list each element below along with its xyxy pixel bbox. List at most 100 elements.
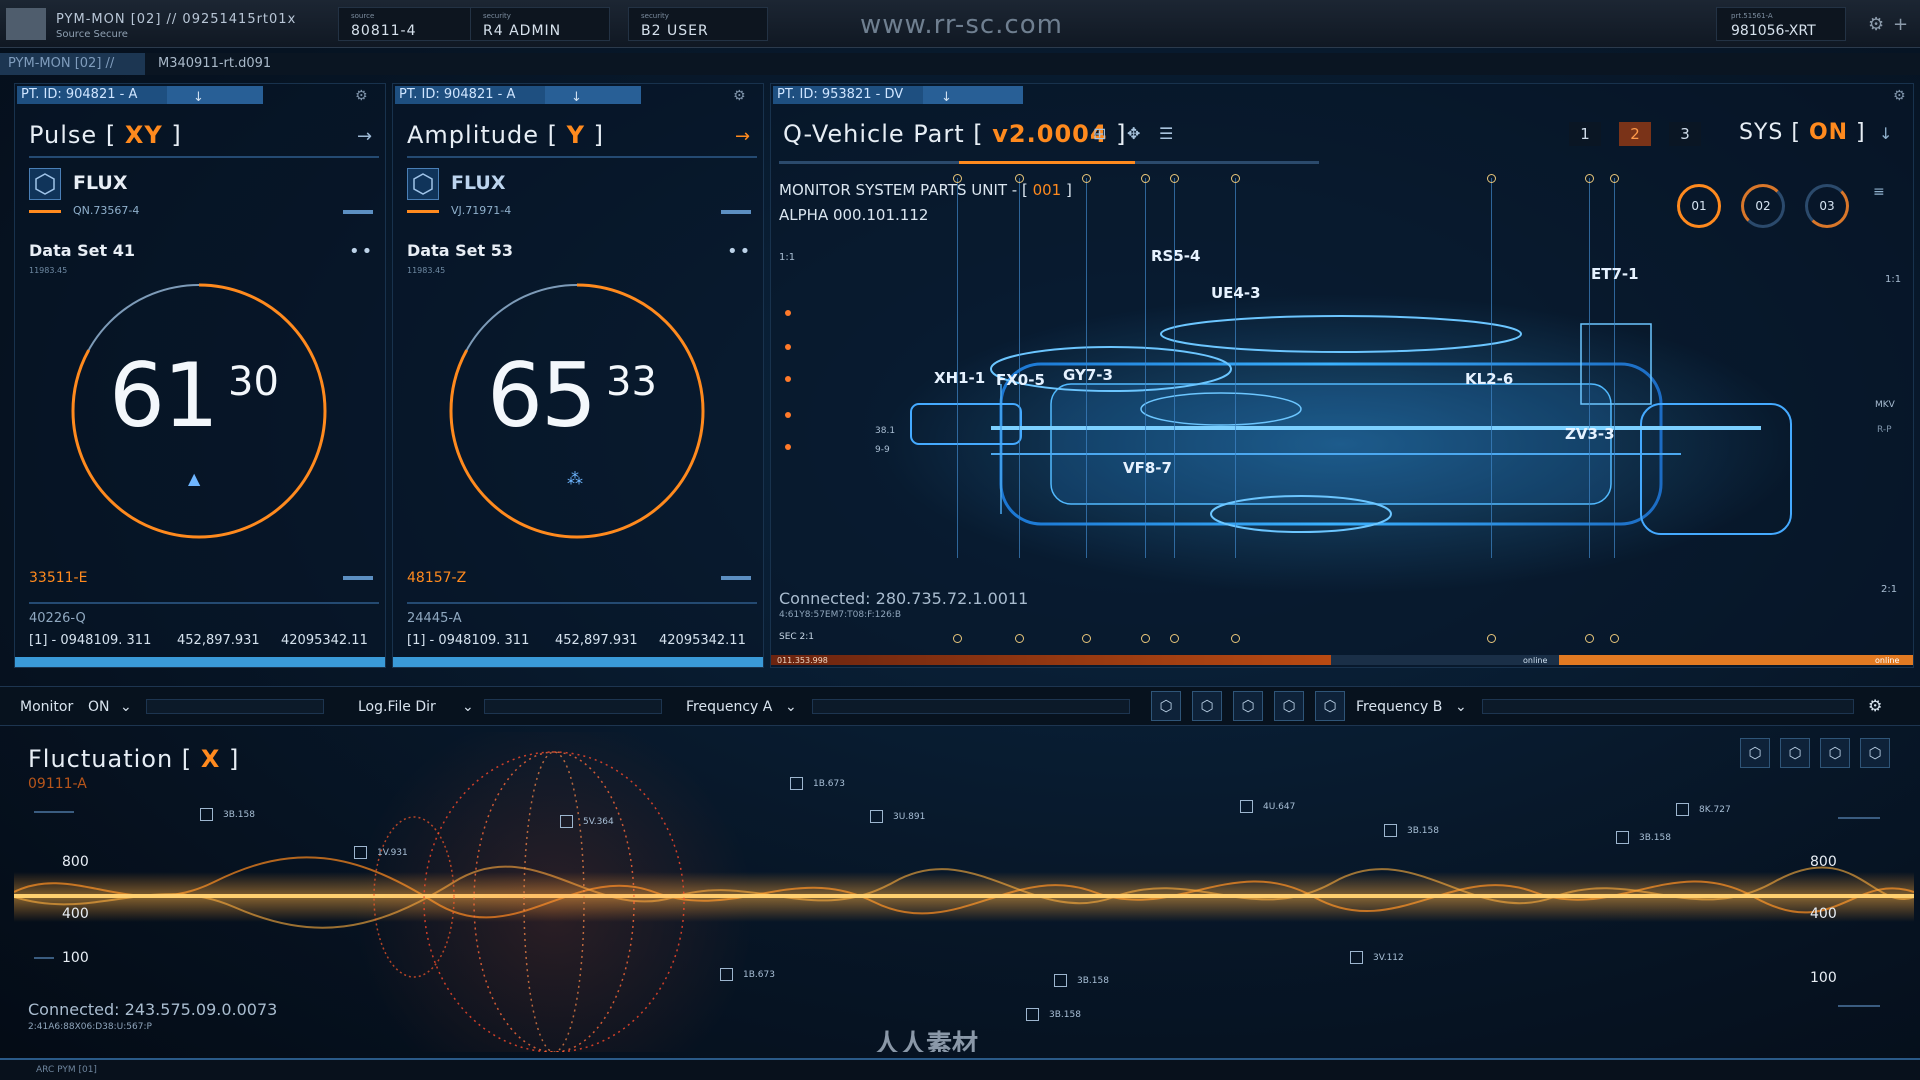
panel-tab[interactable]: PT. ID: 953821 - DV bbox=[773, 86, 923, 104]
gear-icon[interactable]: ⚙ bbox=[733, 88, 746, 104]
arrow-right-icon[interactable]: → bbox=[735, 126, 750, 147]
marker[interactable]: 3B.158 bbox=[1384, 824, 1439, 837]
marker[interactable]: 1B.673 bbox=[720, 968, 775, 981]
frequency-a-field[interactable] bbox=[812, 699, 1130, 714]
guide-line bbox=[1145, 178, 1146, 558]
gear-icon[interactable]: ⚙ bbox=[1893, 88, 1906, 104]
control-point[interactable] bbox=[1015, 174, 1024, 183]
marker[interactable]: 5V.364 bbox=[560, 815, 614, 828]
hex-button-icon[interactable]: ⬡ bbox=[1151, 691, 1181, 721]
arrow-down-icon[interactable]: ↓ bbox=[167, 90, 204, 105]
marker[interactable]: 3V.112 bbox=[1350, 951, 1404, 964]
arrow-right-icon[interactable]: → bbox=[357, 126, 372, 147]
gear-icon[interactable]: ⚙ bbox=[1868, 696, 1882, 715]
part-label[interactable]: GY7-3 bbox=[1063, 366, 1113, 384]
gear-icon[interactable]: ⚙ bbox=[1868, 14, 1884, 35]
panel-tab[interactable]: PT. ID: 904821 - A bbox=[17, 86, 167, 104]
log-dir-label: Log.File Dir bbox=[358, 699, 436, 715]
page-button-2[interactable]: 2 bbox=[1619, 122, 1651, 146]
flux-code: VJ.71971-4 bbox=[451, 204, 512, 217]
flux-code: QN.73567-4 bbox=[73, 204, 140, 217]
part-label[interactable]: VF8-7 bbox=[1123, 459, 1172, 477]
part-label[interactable]: KL2-6 bbox=[1465, 370, 1513, 388]
arrow-down-icon[interactable]: ↓ bbox=[545, 90, 582, 105]
hex-button-icon[interactable]: ⬡ bbox=[1233, 691, 1263, 721]
source-cell[interactable]: source 80811-4 bbox=[338, 7, 478, 41]
control-point[interactable] bbox=[1231, 174, 1240, 183]
panel-tab[interactable]: PT. ID: 904821 - A bbox=[395, 86, 545, 104]
chevron-down-icon[interactable]: ⌄ bbox=[785, 699, 797, 715]
gear-icon[interactable]: ⚙ bbox=[355, 88, 368, 104]
control-point[interactable] bbox=[1610, 634, 1619, 643]
control-point[interactable] bbox=[1141, 174, 1150, 183]
menu-icon[interactable]: ≡ bbox=[1873, 184, 1885, 200]
marker[interactable]: 3B.158 bbox=[1054, 974, 1109, 987]
arrow-down-icon[interactable]: ↓ bbox=[1879, 124, 1892, 143]
control-point[interactable] bbox=[1170, 634, 1179, 643]
flux-label: FLUX bbox=[451, 172, 506, 194]
amplitude-panel: PT. ID: 904821 - A ↓ ⚙ Amplitude [ Y ] →… bbox=[392, 83, 764, 668]
control-point[interactable] bbox=[953, 634, 962, 643]
ring-button-01[interactable]: 01 bbox=[1677, 184, 1721, 228]
control-point[interactable] bbox=[1585, 174, 1594, 183]
part-label[interactable]: RS5-4 bbox=[1151, 247, 1200, 265]
side-dot bbox=[785, 444, 791, 450]
chevron-down-icon[interactable]: ⌄ bbox=[120, 699, 132, 715]
sys-status[interactable]: SYS [ ON ] bbox=[1739, 120, 1866, 145]
more-icon[interactable]: •• bbox=[349, 241, 374, 262]
marker[interactable]: 8K.727 bbox=[1676, 803, 1731, 816]
part-label[interactable]: FX0-5 bbox=[996, 371, 1045, 389]
part-label[interactable]: ET7-1 bbox=[1591, 265, 1639, 283]
marker[interactable]: 3B.158 bbox=[1616, 831, 1671, 844]
control-point[interactable] bbox=[1141, 634, 1150, 643]
control-point[interactable] bbox=[1170, 174, 1179, 183]
marker[interactable]: 1B.673 bbox=[790, 777, 845, 790]
control-point[interactable] bbox=[1082, 634, 1091, 643]
accent-line bbox=[29, 210, 61, 213]
more-icon[interactable]: •• bbox=[727, 241, 752, 262]
panel-title: Pulse [ XY ] bbox=[29, 121, 182, 149]
page-button-1[interactable]: 1 bbox=[1569, 122, 1601, 146]
tab-active[interactable]: PYM-MON [02] // bbox=[0, 53, 145, 75]
hex-button-icon[interactable]: ⬡ bbox=[1192, 691, 1222, 721]
list-icon[interactable]: ☰ bbox=[1159, 124, 1173, 143]
page-button-3[interactable]: 3 bbox=[1669, 122, 1701, 146]
hex-button-icon[interactable]: ⬡ bbox=[1315, 691, 1345, 721]
cell-value: R4 ADMIN bbox=[483, 23, 562, 39]
marker[interactable]: 3B.158 bbox=[200, 808, 255, 821]
control-point[interactable] bbox=[1585, 634, 1594, 643]
monitor-toggle[interactable]: ON bbox=[88, 699, 110, 715]
control-point[interactable] bbox=[1082, 174, 1091, 183]
control-point[interactable] bbox=[1015, 634, 1024, 643]
frequency-b-field[interactable] bbox=[1482, 699, 1854, 714]
ring-button-03[interactable]: 03 bbox=[1805, 184, 1849, 228]
marker[interactable]: 3U.891 bbox=[870, 810, 925, 823]
monitor-field[interactable] bbox=[146, 699, 324, 714]
control-point[interactable] bbox=[1487, 174, 1496, 183]
chevron-down-icon[interactable]: ⌄ bbox=[1455, 699, 1467, 715]
control-point[interactable] bbox=[1487, 634, 1496, 643]
control-point[interactable] bbox=[953, 174, 962, 183]
marker[interactable]: 3B.158 bbox=[1026, 1008, 1081, 1021]
part-label[interactable]: XH1-1 bbox=[934, 369, 985, 387]
control-point[interactable] bbox=[1231, 634, 1240, 643]
hex-button-icon[interactable]: ⬡ bbox=[1274, 691, 1304, 721]
chevron-down-icon[interactable]: ⌄ bbox=[462, 699, 474, 715]
checkbox-icon bbox=[720, 968, 733, 981]
plus-icon[interactable]: + bbox=[1893, 14, 1908, 35]
marker[interactable]: 1V.931 bbox=[354, 846, 408, 859]
marker[interactable]: 4U.647 bbox=[1240, 800, 1295, 813]
security-user-cell[interactable]: security B2 USER bbox=[628, 7, 768, 41]
part-label[interactable]: ZV3-3 bbox=[1565, 425, 1615, 443]
ring-button-02[interactable]: 02 bbox=[1741, 184, 1785, 228]
log-dir-field[interactable] bbox=[484, 699, 662, 714]
control-point[interactable] bbox=[1610, 174, 1619, 183]
arrow-down-icon[interactable]: ↓ bbox=[923, 90, 952, 105]
pulse-panel: PT. ID: 904821 - A ↓ ⚙ Pulse [ XY ] → FL… bbox=[14, 83, 386, 668]
part-label[interactable]: UE4-3 bbox=[1211, 284, 1261, 302]
security-admin-cell[interactable]: security R4 ADMIN bbox=[470, 7, 610, 41]
move-icon[interactable]: ✥ bbox=[1127, 124, 1140, 143]
checkbox-icon bbox=[1240, 800, 1253, 813]
hierarchy-icon[interactable]: ⊞ bbox=[1093, 124, 1106, 143]
device-id-cell[interactable]: prt.51561-A 981056-XRT bbox=[1716, 7, 1846, 41]
